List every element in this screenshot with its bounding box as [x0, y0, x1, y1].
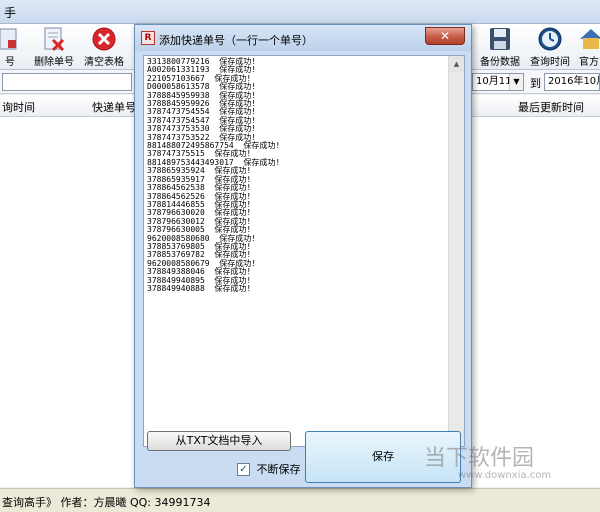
scroll-up-icon[interactable]: ▲ [449, 56, 464, 72]
date-to-picker[interactable]: 2016年10月11 [544, 73, 600, 91]
dialog-title: 添加快递单号（一行一个单号） [159, 34, 313, 47]
column-last-update[interactable]: 最后更新时间 [518, 99, 584, 115]
main-window-title: 手 [4, 6, 17, 20]
backup-data-button[interactable]: 备份数据 [478, 26, 522, 68]
checkbox-icon[interactable]: ✓ [237, 462, 250, 476]
add-tracking-dialog: R 添加快递单号（一行一个单号） ✕ 3313800779216 保存成功! A0… [134, 24, 472, 488]
query-time-button[interactable]: 查询时间 [528, 26, 572, 68]
clock-icon [538, 27, 562, 51]
status-text: 查询高手》 作者：方晨曦 QQ: 34991734 [2, 496, 211, 509]
date-to-value: 2016年10月11 [548, 76, 599, 87]
toolbar-partial-label: 号 [5, 57, 15, 68]
date-to-label: 到 [530, 77, 541, 90]
close-icon: ✕ [439, 29, 451, 43]
tracking-lines: 3313800779216 保存成功! A002061331193 保存成功! 22… [147, 57, 447, 293]
document-icon [0, 28, 17, 50]
clear-icon [92, 27, 116, 51]
watermark-url: www.downxia.com [458, 470, 552, 481]
close-button[interactable]: ✕ [425, 27, 465, 45]
save-label: 保存 [372, 450, 394, 463]
import-txt-label: 从TXT文档中导入 [175, 434, 263, 447]
watermark-text: 当下软件园 [424, 446, 535, 471]
app-icon: R [141, 31, 155, 45]
dialog-titlebar[interactable]: R 添加快递单号（一行一个单号） ✕ [135, 25, 471, 51]
vertical-scrollbar[interactable]: ▲ ▼ [448, 56, 464, 446]
continuous-save-checkbox[interactable]: ✓ 不断保存 [237, 461, 301, 477]
column-tracking-number[interactable]: 快递单号 [92, 99, 136, 115]
import-txt-button[interactable]: 从TXT文档中导入 [147, 431, 291, 451]
toolbar-partial-button[interactable]: 号 [0, 26, 20, 68]
watermark: 当下软件园 www.downxia.com [424, 440, 551, 481]
query-time-label: 查询时间 [530, 57, 570, 68]
filter-combo-left[interactable] [2, 73, 132, 91]
clear-table-button[interactable]: 清空表格 [82, 26, 126, 68]
dropdown-arrow-icon: ▼ [509, 74, 523, 90]
column-query-time[interactable]: 询时间 [2, 99, 35, 115]
delete-document-icon [44, 27, 65, 52]
home-icon [580, 29, 600, 49]
continuous-save-label: 不断保存 [256, 463, 301, 476]
official-label: 官方 [579, 57, 599, 68]
date-from-picker[interactable]: 10月11日 ▼ [472, 73, 524, 91]
floppy-disk-icon [490, 28, 510, 50]
status-bar: 查询高手》 作者：方晨曦 QQ: 34991734 [0, 488, 600, 512]
backup-data-label: 备份数据 [480, 57, 520, 68]
main-titlebar: 手 [0, 0, 600, 24]
clear-table-label: 清空表格 [84, 57, 124, 68]
official-button[interactable]: 官方 [578, 26, 600, 68]
delete-number-button[interactable]: 删除单号 [32, 26, 76, 68]
delete-number-label: 删除单号 [34, 57, 74, 68]
tracking-number-textarea[interactable]: 3313800779216 保存成功! A002061331193 保存成功! 22… [143, 55, 465, 447]
tracking-line: 378849940888 保存成功! [147, 283, 252, 293]
